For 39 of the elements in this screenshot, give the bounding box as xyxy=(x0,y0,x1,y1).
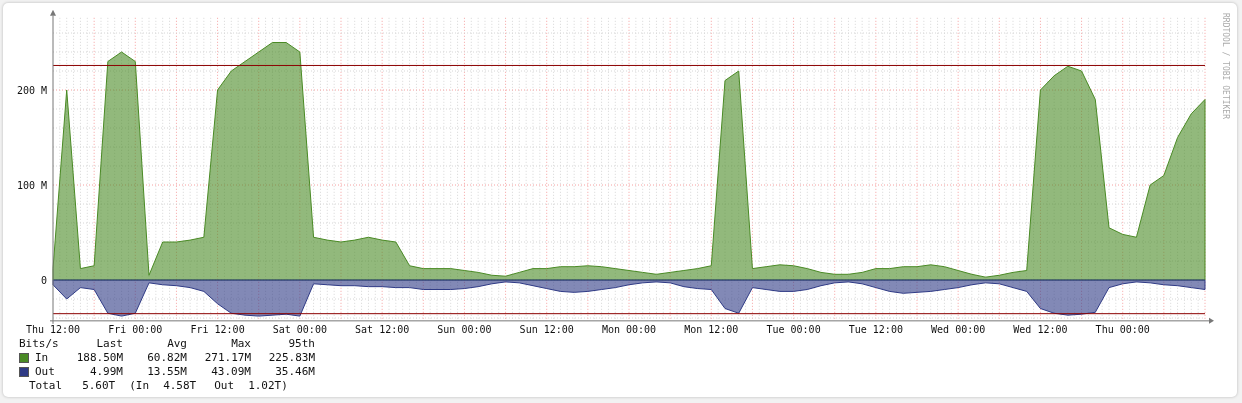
axis-label: Tue 12:00 xyxy=(848,323,903,335)
legend-value: 13.55M xyxy=(146,365,187,379)
legend-value: 43.09M xyxy=(210,365,251,379)
legend-value: 271.17M xyxy=(203,351,251,365)
axis-label: Wed 00:00 xyxy=(931,323,986,335)
axis-label: Tue 00:00 xyxy=(766,323,821,335)
column-header: Max xyxy=(230,337,251,351)
total-label: Total xyxy=(29,379,63,393)
axis-label: Fri 12:00 xyxy=(190,323,245,335)
legend-value: 225.83M xyxy=(267,351,315,365)
legend-value: 60.82M xyxy=(146,351,187,365)
column-header: Last xyxy=(95,337,123,351)
total-value: Out xyxy=(214,379,235,393)
legend-label: Out xyxy=(35,365,55,379)
legend-label: In xyxy=(35,351,49,365)
column-header: 95th xyxy=(287,337,315,351)
legend-value: 188.50M xyxy=(75,351,123,365)
total-value: (In xyxy=(129,379,150,393)
axis-label: Sat 12:00 xyxy=(355,323,410,335)
axis-label: Thu 12:00 xyxy=(25,323,81,335)
legend-value: 35.46M xyxy=(274,365,315,379)
axis-label: Mon 00:00 xyxy=(601,323,657,335)
axis-label: Wed 12:00 xyxy=(1013,323,1068,335)
total-value: 1.02T) xyxy=(248,379,288,393)
axis-label: 100 M xyxy=(16,180,47,191)
axis-label: Sat 00:00 xyxy=(272,323,327,335)
legend-value: 4.99M xyxy=(88,365,123,379)
axis-label: 0 xyxy=(40,275,47,286)
column-header: Avg xyxy=(166,337,187,351)
total-value: 4.58T xyxy=(163,379,197,393)
axis-label: Thu 00:00 xyxy=(1095,323,1150,335)
column-header: Bits/s xyxy=(19,337,60,351)
total-value: 5.60T xyxy=(82,379,116,393)
credit-text: RRDTOOL / TOBI OETIKER xyxy=(1221,13,1230,119)
axis-label: Mon 12:00 xyxy=(684,323,739,335)
axis-label: Fri 00:00 xyxy=(108,323,163,335)
axis-label: Sun 12:00 xyxy=(519,323,574,335)
axis-label: 200 M xyxy=(16,85,47,96)
axis-label: Sun 00:00 xyxy=(437,323,492,335)
